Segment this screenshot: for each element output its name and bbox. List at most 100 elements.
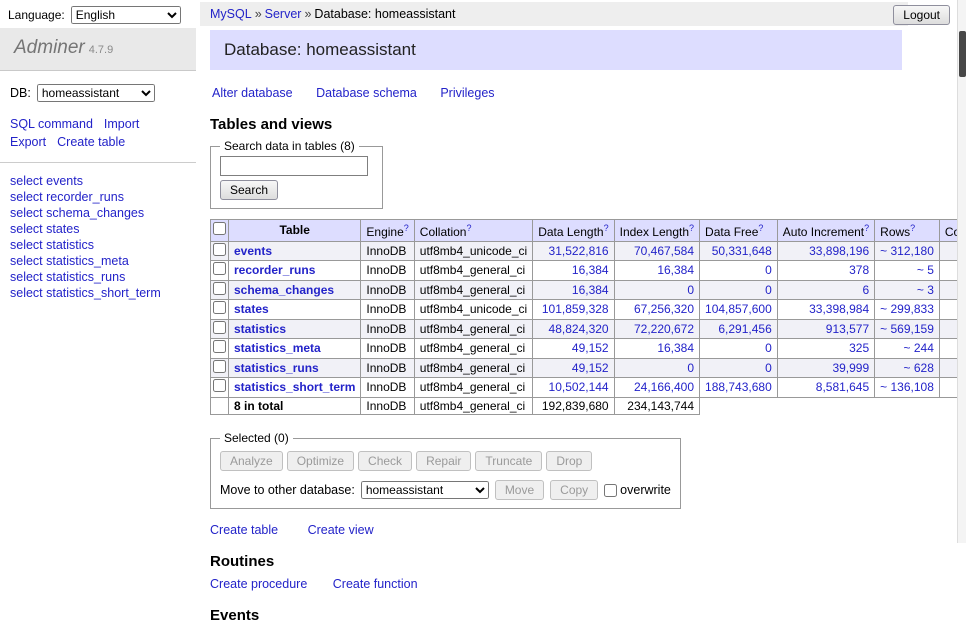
- database-schema-link[interactable]: Database schema: [316, 86, 417, 100]
- table-name-link[interactable]: states: [234, 302, 269, 316]
- sidebar-item-select-statistics-runs[interactable]: select statistics_runs: [10, 269, 186, 285]
- search-input[interactable]: [220, 156, 368, 176]
- row-checkbox[interactable]: [213, 282, 226, 295]
- adminer-logo-link[interactable]: Adminer: [14, 37, 85, 58]
- sidebar-item-select-statistics[interactable]: select statistics: [10, 237, 186, 253]
- move-database-select[interactable]: homeassistant: [361, 481, 489, 499]
- sidebar-item-select-events[interactable]: select events: [10, 173, 186, 189]
- index-length-link[interactable]: 0: [687, 361, 694, 375]
- create-function-link[interactable]: Create function: [333, 577, 418, 591]
- help-link-icon[interactable]: ?: [604, 223, 609, 233]
- db-select[interactable]: homeassistant: [37, 84, 155, 102]
- auto-increment-link[interactable]: 8,581,645: [816, 380, 869, 394]
- create-table-link[interactable]: Create table: [57, 135, 125, 149]
- check-button[interactable]: Check: [358, 451, 412, 471]
- copy-button[interactable]: Copy: [550, 480, 598, 500]
- repair-button[interactable]: Repair: [416, 451, 471, 471]
- index-length-link[interactable]: 0: [687, 283, 694, 297]
- table-name-link[interactable]: schema_changes: [234, 283, 334, 297]
- rows-count-link[interactable]: ~ 5: [917, 263, 934, 277]
- sidebar-item-select-statistics-short-term[interactable]: select statistics_short_term: [10, 285, 186, 301]
- index-length-link[interactable]: 16,384: [657, 263, 694, 277]
- auto-increment-link[interactable]: 913,577: [826, 322, 869, 336]
- data-length-link[interactable]: 10,502,144: [549, 380, 609, 394]
- data-free-link[interactable]: 0: [765, 263, 772, 277]
- help-link-icon[interactable]: ?: [910, 223, 915, 233]
- auto-increment-link[interactable]: 33,398,984: [809, 302, 869, 316]
- breadcrumb-mysql-link[interactable]: MySQL: [210, 7, 252, 21]
- auto-increment-link[interactable]: 33,898,196: [809, 244, 869, 258]
- data-length-link[interactable]: 31,522,816: [549, 244, 609, 258]
- row-checkbox[interactable]: [213, 360, 226, 373]
- data-free-link[interactable]: 50,331,648: [712, 244, 772, 258]
- data-free-link[interactable]: 188,743,680: [705, 380, 772, 394]
- analyze-button[interactable]: Analyze: [220, 451, 283, 471]
- data-length-link[interactable]: 48,824,320: [549, 322, 609, 336]
- move-button[interactable]: Move: [495, 480, 544, 500]
- sidebar-item-select-recorder-runs[interactable]: select recorder_runs: [10, 189, 186, 205]
- row-checkbox[interactable]: [213, 340, 226, 353]
- auto-increment-link[interactable]: 39,999: [832, 361, 869, 375]
- table-name-link[interactable]: statistics: [234, 322, 286, 336]
- rows-count-link[interactable]: ~ 628: [904, 361, 934, 375]
- row-checkbox[interactable]: [213, 243, 226, 256]
- privileges-link[interactable]: Privileges: [440, 86, 494, 100]
- import-link[interactable]: Import: [104, 117, 139, 131]
- data-free-link[interactable]: 0: [765, 283, 772, 297]
- index-length-link[interactable]: 70,467,584: [634, 244, 694, 258]
- export-link[interactable]: Export: [10, 135, 46, 149]
- rows-count-link[interactable]: ~ 312,180: [880, 244, 934, 258]
- data-free-link[interactable]: 0: [765, 341, 772, 355]
- help-link-icon[interactable]: ?: [689, 223, 694, 233]
- alter-database-link[interactable]: Alter database: [212, 86, 293, 100]
- table-name-link[interactable]: events: [234, 244, 272, 258]
- row-checkbox[interactable]: [213, 262, 226, 275]
- scrollbar-track[interactable]: [957, 0, 966, 543]
- row-checkbox[interactable]: [213, 379, 226, 392]
- table-name-link[interactable]: statistics_runs: [234, 361, 319, 375]
- auto-increment-link[interactable]: 6: [862, 283, 869, 297]
- select-all-checkbox[interactable]: [213, 222, 226, 235]
- help-link-icon[interactable]: ?: [466, 223, 471, 233]
- data-length-link[interactable]: 49,152: [572, 341, 609, 355]
- data-free-link[interactable]: 104,857,600: [705, 302, 772, 316]
- optimize-button[interactable]: Optimize: [287, 451, 354, 471]
- table-name-link[interactable]: statistics_meta: [234, 341, 321, 355]
- sql-command-link[interactable]: SQL command: [10, 117, 93, 131]
- search-button[interactable]: Search: [220, 180, 278, 200]
- help-link-icon[interactable]: ?: [864, 223, 869, 233]
- rows-count-link[interactable]: ~ 136,108: [880, 380, 934, 394]
- rows-count-link[interactable]: ~ 299,833: [880, 302, 934, 316]
- logout-button[interactable]: Logout: [893, 5, 950, 25]
- rows-count-link[interactable]: ~ 3: [917, 283, 934, 297]
- index-length-link[interactable]: 72,220,672: [634, 322, 694, 336]
- data-length-link[interactable]: 101,859,328: [542, 302, 609, 316]
- data-free-link[interactable]: 0: [765, 361, 772, 375]
- row-checkbox[interactable]: [213, 321, 226, 334]
- data-length-link[interactable]: 16,384: [572, 283, 609, 297]
- breadcrumb-server-link[interactable]: Server: [265, 7, 302, 21]
- index-length-link[interactable]: 67,256,320: [634, 302, 694, 316]
- rows-count-link[interactable]: ~ 244: [904, 341, 934, 355]
- row-checkbox[interactable]: [213, 301, 226, 314]
- overwrite-checkbox[interactable]: [604, 484, 617, 497]
- auto-increment-link[interactable]: 325: [849, 341, 869, 355]
- help-link-icon[interactable]: ?: [404, 223, 409, 233]
- create-table-link-main[interactable]: Create table: [210, 523, 278, 537]
- index-length-link[interactable]: 16,384: [657, 341, 694, 355]
- table-name-link[interactable]: recorder_runs: [234, 263, 315, 277]
- create-procedure-link[interactable]: Create procedure: [210, 577, 307, 591]
- rows-count-link[interactable]: ~ 569,159: [880, 322, 934, 336]
- data-length-link[interactable]: 16,384: [572, 263, 609, 277]
- create-view-link[interactable]: Create view: [308, 523, 374, 537]
- auto-increment-link[interactable]: 378: [849, 263, 869, 277]
- drop-button[interactable]: Drop: [546, 451, 592, 471]
- data-length-link[interactable]: 49,152: [572, 361, 609, 375]
- sidebar-item-select-statistics-meta[interactable]: select statistics_meta: [10, 253, 186, 269]
- sidebar-item-select-schema-changes[interactable]: select schema_changes: [10, 205, 186, 221]
- index-length-link[interactable]: 24,166,400: [634, 380, 694, 394]
- truncate-button[interactable]: Truncate: [475, 451, 542, 471]
- table-name-link[interactable]: statistics_short_term: [234, 380, 355, 394]
- scrollbar-thumb[interactable]: [959, 31, 966, 77]
- help-link-icon[interactable]: ?: [758, 223, 763, 233]
